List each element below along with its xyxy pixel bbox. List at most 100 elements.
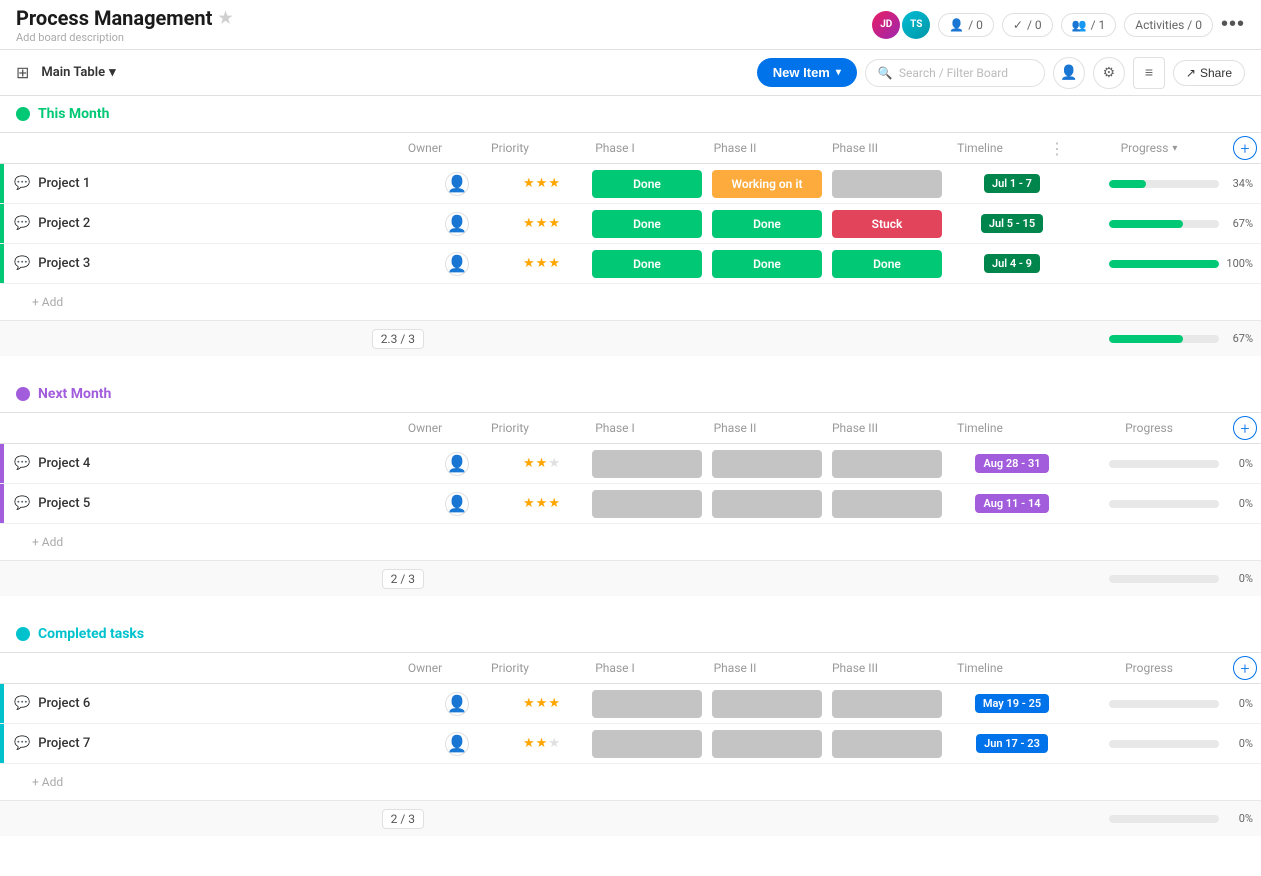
row-phase3-cell[interactable] — [827, 450, 947, 478]
comment-icon[interactable]: 💬 — [14, 256, 30, 271]
row-phase2-cell[interactable] — [707, 490, 827, 518]
row-priority-cell[interactable]: ★★★ — [497, 496, 587, 511]
progress-chevron-icon[interactable]: ▾ — [1172, 143, 1177, 154]
row-phase2-cell[interactable] — [707, 730, 827, 758]
row-name-text[interactable]: Project 1 — [38, 176, 90, 191]
add-row-completed[interactable]: + Add — [0, 764, 1261, 800]
row-phase3-cell[interactable]: Stuck — [827, 210, 947, 238]
add-row-next-month[interactable]: + Add — [0, 524, 1261, 560]
phase3-badge[interactable] — [832, 690, 942, 718]
group-next-month-name[interactable]: Next Month — [38, 386, 111, 402]
comment-icon[interactable]: 💬 — [14, 736, 30, 751]
row-priority-cell[interactable]: ★★★ — [497, 216, 587, 231]
owner-avatar[interactable]: 👤 — [445, 252, 469, 276]
row-phase1-cell[interactable] — [587, 490, 707, 518]
row-timeline-cell[interactable]: May 19 - 25 — [947, 694, 1077, 713]
add-column-button-this-month[interactable]: + — [1233, 136, 1257, 160]
phase3-badge[interactable] — [832, 450, 942, 478]
row-name-text[interactable]: Project 7 — [38, 736, 90, 751]
row-phase1-cell[interactable]: Done — [587, 210, 707, 238]
row-timeline-cell[interactable]: Aug 11 - 14 — [947, 494, 1077, 513]
timeline-badge[interactable]: Aug 11 - 14 — [975, 494, 1048, 513]
row-phase2-cell[interactable]: Working on it — [707, 170, 827, 198]
row-phase1-cell[interactable] — [587, 690, 707, 718]
phase2-badge[interactable]: Working on it — [712, 170, 822, 198]
avatar-user1[interactable]: JD — [872, 11, 900, 39]
row-timeline-cell[interactable]: Jul 5 - 15 — [947, 214, 1077, 233]
row-priority-cell[interactable]: ★★★ — [497, 736, 587, 751]
phase1-badge[interactable] — [592, 450, 702, 478]
comment-icon[interactable]: 💬 — [14, 496, 30, 511]
row-phase1-cell[interactable] — [587, 730, 707, 758]
row-priority-cell[interactable]: ★★★ — [497, 456, 587, 471]
timeline-badge[interactable]: May 19 - 25 — [975, 694, 1049, 713]
user-stat[interactable]: 👥 / 1 — [1061, 13, 1117, 37]
owner-avatar[interactable]: 👤 — [445, 172, 469, 196]
row-name-text[interactable]: Project 2 — [38, 216, 90, 231]
new-item-button[interactable]: New Item ▾ — [757, 58, 857, 87]
timeline-badge[interactable]: Jun 17 - 23 — [976, 734, 1048, 753]
phase1-badge[interactable] — [592, 490, 702, 518]
add-row-this-month[interactable]: + Add — [0, 284, 1261, 320]
comment-icon[interactable]: 💬 — [14, 176, 30, 191]
star-icon[interactable]: ★ — [218, 8, 232, 27]
owner-avatar[interactable]: 👤 — [445, 212, 469, 236]
add-column-button-next-month[interactable]: + — [1233, 416, 1257, 440]
row-timeline-cell[interactable]: Aug 28 - 31 — [947, 454, 1077, 473]
share-button[interactable]: ↗ Share — [1173, 60, 1245, 86]
timeline-badge[interactable]: Jul 5 - 15 — [981, 214, 1043, 233]
phase1-badge[interactable] — [592, 730, 702, 758]
timeline-badge[interactable]: Aug 28 - 31 — [975, 454, 1048, 473]
row-phase2-cell[interactable]: Done — [707, 250, 827, 278]
row-phase3-cell[interactable]: Done — [827, 250, 947, 278]
check-stat[interactable]: ✓ / 0 — [1002, 13, 1053, 37]
settings-button[interactable]: ⚙ — [1093, 57, 1125, 89]
comment-icon[interactable]: 💬 — [14, 216, 30, 231]
avatar-user2[interactable]: TS — [902, 11, 930, 39]
row-name-text[interactable]: Project 5 — [38, 496, 90, 511]
row-priority-cell[interactable]: ★★★ — [497, 176, 587, 191]
owner-avatar[interactable]: 👤 — [445, 492, 469, 516]
phase1-badge[interactable]: Done — [592, 210, 702, 238]
row-phase2-cell[interactable]: Done — [707, 210, 827, 238]
row-phase3-cell[interactable] — [827, 490, 947, 518]
group-completed-name[interactable]: Completed tasks — [38, 626, 144, 642]
timeline-badge[interactable]: Jul 1 - 7 — [984, 174, 1040, 193]
phase2-badge[interactable]: Done — [712, 250, 822, 278]
phase2-badge[interactable] — [712, 730, 822, 758]
row-priority-cell[interactable]: ★★★ — [497, 696, 587, 711]
phase1-badge[interactable]: Done — [592, 170, 702, 198]
row-phase2-cell[interactable] — [707, 690, 827, 718]
row-phase1-cell[interactable]: Done — [587, 170, 707, 198]
board-description[interactable]: Add board description — [16, 31, 233, 44]
row-phase1-cell[interactable] — [587, 450, 707, 478]
phase2-badge[interactable] — [712, 690, 822, 718]
owner-avatar[interactable]: 👤 — [445, 452, 469, 476]
phase3-badge[interactable] — [832, 170, 942, 198]
person-filter-button[interactable]: 👤 — [1053, 57, 1085, 89]
row-priority-cell[interactable]: ★★★ — [497, 256, 587, 271]
search-bar[interactable]: 🔍 Search / Filter Board — [865, 59, 1045, 87]
owner-avatar[interactable]: 👤 — [445, 692, 469, 716]
row-phase3-cell[interactable] — [827, 690, 947, 718]
owner-avatar[interactable]: 👤 — [445, 732, 469, 756]
row-timeline-cell[interactable]: Jul 1 - 7 — [947, 174, 1077, 193]
row-phase3-cell[interactable] — [827, 730, 947, 758]
person-stat[interactable]: 👤 / 0 — [938, 13, 994, 37]
col-options-icon[interactable]: ⋮ — [1045, 139, 1069, 158]
row-name-text[interactable]: Project 3 — [38, 256, 90, 271]
row-phase3-cell[interactable] — [827, 170, 947, 198]
add-column-button-completed[interactable]: + — [1233, 656, 1257, 680]
phase3-badge[interactable]: Stuck — [832, 210, 942, 238]
filter-button[interactable]: ≡ — [1133, 57, 1165, 89]
phase2-badge[interactable]: Done — [712, 210, 822, 238]
row-timeline-cell[interactable]: Jun 17 - 23 — [947, 734, 1077, 753]
row-phase1-cell[interactable]: Done — [587, 250, 707, 278]
table-switcher[interactable]: Main Table ▾ — [33, 61, 123, 84]
timeline-badge[interactable]: Jul 4 - 9 — [984, 254, 1040, 273]
row-name-text[interactable]: Project 6 — [38, 696, 90, 711]
phase1-badge[interactable] — [592, 690, 702, 718]
activities-stat[interactable]: Activities / 0 — [1124, 13, 1213, 37]
phase3-badge[interactable]: Done — [832, 250, 942, 278]
comment-icon[interactable]: 💬 — [14, 456, 30, 471]
